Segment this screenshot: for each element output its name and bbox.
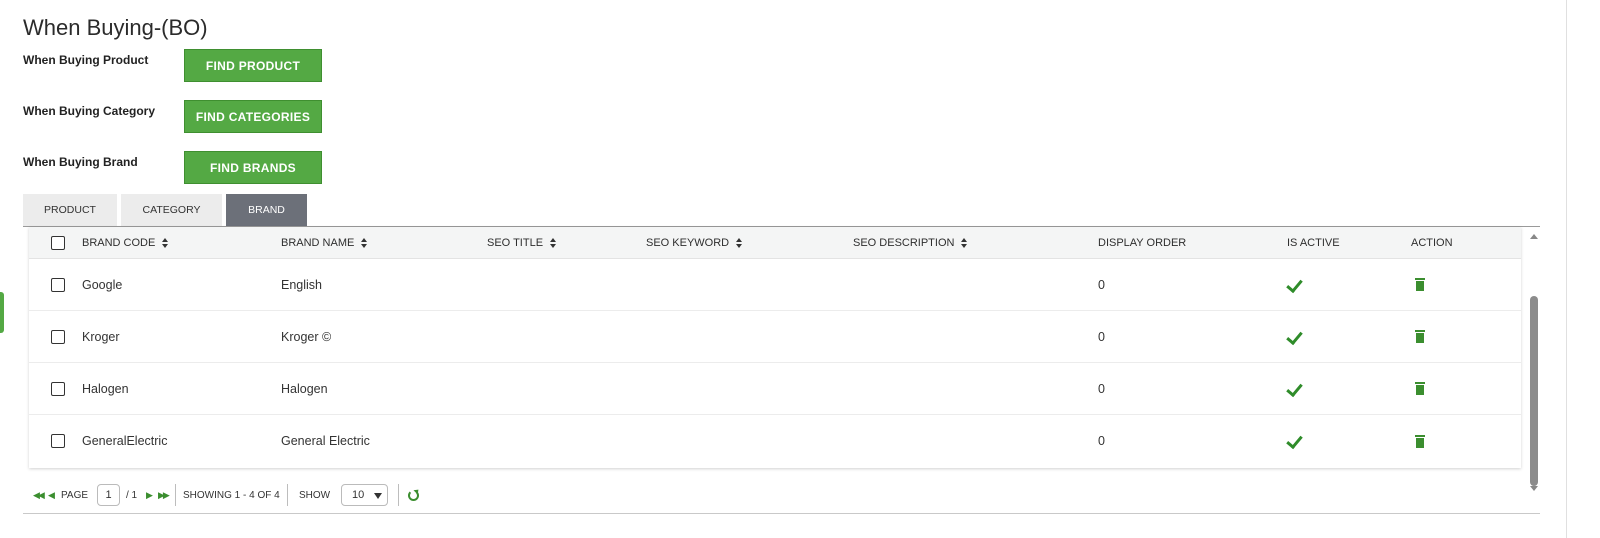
scroll-down-arrow-icon[interactable] (1530, 486, 1538, 491)
row-checkbox[interactable] (51, 277, 65, 292)
sort-icon (736, 237, 743, 248)
pagination-bar: ◀◀ ◀ PAGE 1 / 1 ▶ ▶▶ SHOWING 1 - 4 OF 4 … (31, 483, 531, 507)
sort-icon (550, 237, 557, 248)
sort-icon (162, 237, 169, 248)
check-icon (1287, 279, 1303, 291)
header-seo-description[interactable]: SEO DESCRIPTION (853, 227, 968, 258)
find-product-button[interactable]: FIND PRODUCT (184, 49, 322, 82)
page-total: / 1 (126, 489, 138, 501)
pager-divider (398, 484, 399, 506)
row-checkbox[interactable] (51, 329, 65, 344)
sort-icon (961, 237, 968, 248)
check-icon (1287, 331, 1303, 343)
check-icon (1287, 383, 1303, 395)
display-order-cell: 0 (1098, 329, 1105, 344)
find-brands-button[interactable]: FIND BRANDS (184, 151, 322, 184)
brand-code-cell: GeneralElectric (82, 434, 168, 448)
tab-product[interactable]: PRODUCT (23, 194, 117, 226)
grid-header: BRAND CODE BRAND NAME SEO TITLE SEO KEYW… (29, 227, 1521, 259)
table-row[interactable]: Kroger Kroger © 0 (29, 311, 1521, 363)
trash-icon[interactable] (1415, 434, 1425, 448)
header-is-active: IS ACTIVE (1287, 236, 1340, 249)
scroll-thumb[interactable] (1530, 296, 1538, 486)
table-row[interactable]: GeneralElectric General Electric 0 (29, 415, 1521, 467)
brand-name-cell: General Electric (281, 434, 370, 448)
display-order-cell: 0 (1098, 277, 1105, 292)
refresh-icon[interactable] (408, 489, 419, 501)
sort-icon (361, 237, 368, 248)
last-page-icon[interactable]: ▶▶ (158, 483, 170, 507)
table-row[interactable]: Halogen Halogen 0 (29, 363, 1521, 415)
show-label: SHOW (299, 489, 331, 501)
first-page-icon[interactable]: ◀◀ (33, 483, 45, 507)
brand-grid: BRAND CODE BRAND NAME SEO TITLE SEO KEYW… (29, 227, 1521, 468)
trash-icon[interactable] (1415, 278, 1425, 291)
trash-icon[interactable] (1415, 330, 1425, 343)
header-brand-code[interactable]: BRAND CODE (82, 227, 169, 258)
brand-name-cell: English (281, 277, 322, 292)
tab-category[interactable]: CATEGORY (121, 194, 222, 226)
brand-code-cell: Kroger (82, 329, 120, 344)
header-action: ACTION (1411, 236, 1453, 249)
table-row[interactable]: Google English 0 (29, 259, 1521, 311)
find-product-row: When Buying Product FIND PRODUCT (23, 49, 423, 82)
pager-divider (175, 484, 176, 506)
tab-brand[interactable]: BRAND (226, 194, 307, 226)
header-seo-title[interactable]: SEO TITLE (487, 227, 557, 258)
brand-code-cell: Google (82, 277, 123, 292)
brand-name-cell: Kroger © (281, 329, 332, 344)
header-brand-name[interactable]: BRAND NAME (281, 227, 368, 258)
brand-name-cell: Halogen (281, 381, 328, 396)
tab-bar: PRODUCT CATEGORY BRAND (23, 194, 307, 226)
pager-divider (287, 484, 288, 506)
header-display-order: DISPLAY ORDER (1098, 236, 1187, 249)
find-categories-label: When Buying Category (23, 104, 156, 118)
chevron-down-icon (374, 493, 382, 499)
find-categories-row: When Buying Category FIND CATEGORIES (23, 100, 423, 133)
next-page-icon[interactable]: ▶ (146, 483, 153, 507)
page-label: PAGE (61, 489, 89, 501)
side-panel-handle[interactable] (0, 292, 4, 333)
page-edge-divider (1566, 0, 1567, 538)
page-number-input[interactable]: 1 (97, 484, 120, 506)
bottom-divider (23, 513, 1540, 514)
select-all-cell (51, 227, 65, 258)
check-icon (1287, 435, 1303, 447)
header-seo-keyword[interactable]: SEO KEYWORD (646, 227, 743, 258)
brand-code-cell: Halogen (82, 381, 129, 396)
display-order-cell: 0 (1098, 434, 1105, 448)
scroll-up-arrow-icon[interactable] (1530, 234, 1538, 239)
prev-page-icon[interactable]: ◀ (48, 483, 55, 507)
select-all-checkbox[interactable] (51, 235, 65, 250)
find-brands-label: When Buying Brand (23, 155, 138, 169)
find-product-label: When Buying Product (23, 53, 149, 67)
row-checkbox[interactable] (51, 434, 65, 448)
showing-count: SHOWING 1 - 4 OF 4 (183, 489, 280, 501)
row-checkbox[interactable] (51, 381, 65, 396)
trash-icon[interactable] (1415, 382, 1425, 395)
find-brands-row: When Buying Brand FIND BRANDS (23, 151, 423, 184)
display-order-cell: 0 (1098, 381, 1105, 396)
find-categories-button[interactable]: FIND CATEGORIES (184, 100, 322, 133)
grid-scrollbar[interactable] (1526, 228, 1542, 498)
page-size-select[interactable]: 10 (341, 484, 388, 506)
page-title: When Buying-(BO) (23, 15, 208, 40)
